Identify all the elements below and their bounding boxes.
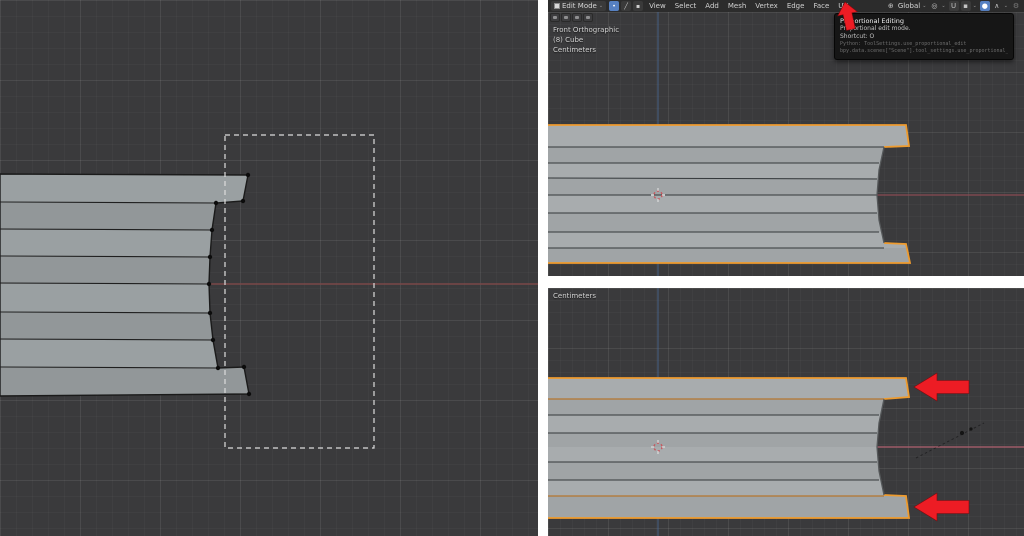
pivot-point-icon: ◎	[929, 1, 939, 11]
tool-option-icon-3[interactable]	[572, 13, 582, 22]
blender-header: Edit Mode ⌄ • ╱ ▪ View Select Add Mesh V…	[548, 0, 1024, 12]
object-name-label: (8) Cube	[553, 35, 619, 45]
viewport-bottom-right-canvas[interactable]	[548, 288, 1024, 536]
proportional-editing-group: ● ∧ ⌄	[980, 1, 1008, 11]
menu-vertex[interactable]: Vertex	[752, 2, 781, 10]
menu-face[interactable]: Face	[810, 2, 832, 10]
snap-group: U ▪ ⌄	[949, 1, 977, 11]
options-gear-icon[interactable]: ⚙	[1011, 1, 1021, 11]
drag-gesture-line	[916, 423, 984, 458]
annotation-arrow-left-top	[914, 373, 969, 401]
chevron-down-icon: ⌄	[973, 4, 977, 9]
chevron-down-icon: ⌄	[941, 4, 945, 9]
tool-option-icon-4[interactable]	[583, 13, 593, 22]
orientation-label: Global	[898, 2, 920, 10]
vertex-select-button[interactable]: •	[609, 1, 619, 11]
menu-view[interactable]: View	[646, 2, 669, 10]
proportional-editing-tooltip: Proportional Editing Proportional edit m…	[834, 13, 1014, 60]
transform-orientation-selector[interactable]: ⊕ Global ⌄	[886, 1, 927, 11]
menu-uv[interactable]: UV	[835, 2, 851, 10]
proportional-falloff-icon[interactable]: ∧	[992, 1, 1002, 11]
snap-target-icon[interactable]: ▪	[961, 1, 971, 11]
chevron-down-icon: ⌄	[1004, 4, 1008, 9]
tooltip-python-line2: bpy.data.scenes["Scene"].tool_settings.u…	[840, 48, 1008, 55]
tool-option-icon-2[interactable]	[561, 13, 571, 22]
pivot-point-selector[interactable]: ◎ ⌄	[929, 1, 945, 11]
snap-magnet-icon[interactable]: U	[949, 1, 959, 11]
mode-label: Edit Mode	[562, 2, 597, 10]
tooltip-shortcut: Shortcut: O	[840, 33, 1008, 41]
mode-selector[interactable]: Edit Mode ⌄	[551, 1, 606, 11]
tool-options-row	[550, 13, 593, 22]
tooltip-python-line1: Python: ToolSettings.use_proportional_ed…	[840, 41, 1008, 48]
units-label: Centimeters	[553, 45, 619, 55]
select-mode-group: • ╱ ▪	[609, 1, 643, 11]
viewport-left-canvas[interactable]	[0, 0, 538, 536]
orientation-icon: ⊕	[886, 1, 896, 11]
viewport-overlay-text: Front Orthographic (8) Cube Centimeters	[553, 25, 619, 55]
proportional-editing-toggle[interactable]: ●	[980, 1, 990, 11]
edit-mode-icon	[554, 3, 560, 9]
menu-edge[interactable]: Edge	[784, 2, 808, 10]
chevron-down-icon: ⌄	[922, 4, 926, 9]
face-select-button[interactable]: ▪	[633, 1, 643, 11]
units-label: Centimeters	[553, 291, 596, 301]
view-name-label: Front Orthographic	[553, 25, 619, 35]
menu-mesh[interactable]: Mesh	[725, 2, 749, 10]
tool-option-icon-1[interactable]	[550, 13, 560, 22]
menu-add[interactable]: Add	[702, 2, 722, 10]
menu-select[interactable]: Select	[672, 2, 700, 10]
viewport-left[interactable]	[0, 0, 538, 536]
viewport-top-right[interactable]: Edit Mode ⌄ • ╱ ▪ View Select Add Mesh V…	[548, 0, 1024, 276]
tooltip-title: Proportional Editing	[840, 17, 1008, 25]
chevron-down-icon: ⌄	[599, 4, 603, 9]
viewport-bottom-right[interactable]: Centimeters	[548, 288, 1024, 536]
annotation-arrow-left-bottom	[914, 493, 969, 521]
edge-select-button[interactable]: ╱	[621, 1, 631, 11]
tooltip-description: Proportional edit mode.	[840, 25, 1008, 33]
